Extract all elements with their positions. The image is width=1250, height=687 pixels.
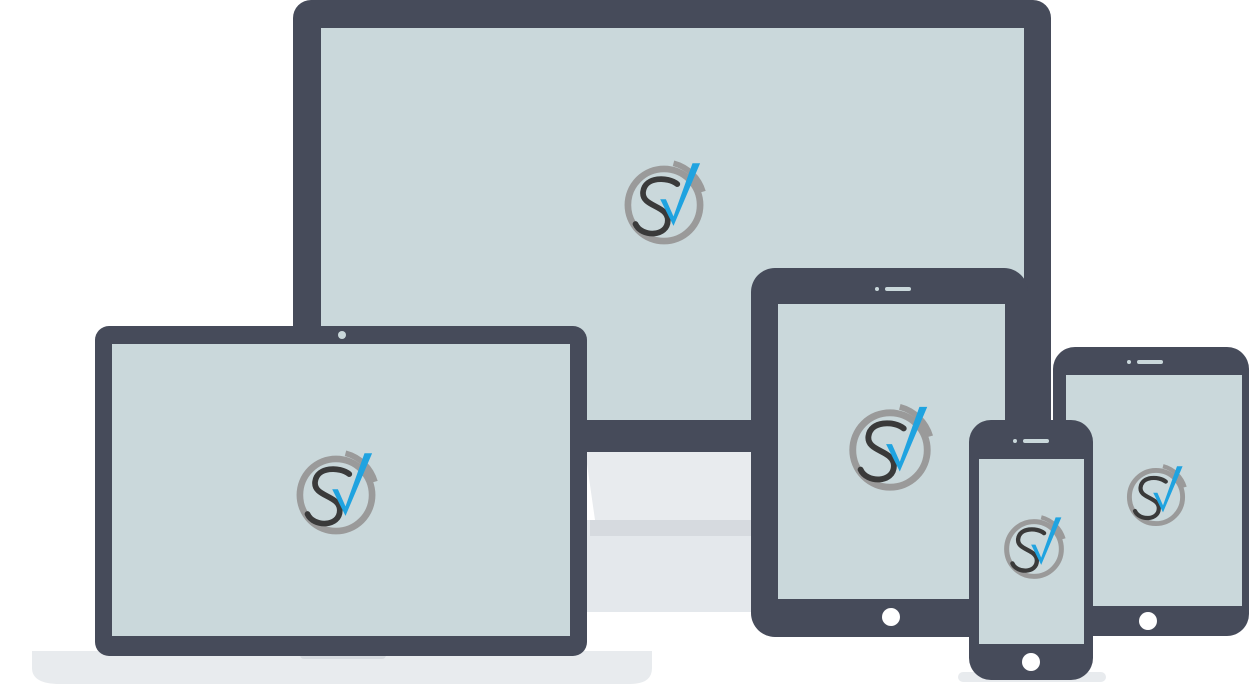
- home-button: [882, 608, 900, 626]
- speaker-slot: [1137, 360, 1163, 364]
- laptop-screen: [112, 344, 570, 636]
- home-button: [1022, 653, 1040, 671]
- devices-illustration: [32, 0, 1249, 684]
- monitor-stand: [585, 450, 755, 520]
- camera-dot: [875, 287, 879, 291]
- laptop: [32, 326, 652, 684]
- speaker-slot: [1023, 439, 1049, 443]
- speaker-slot: [885, 287, 911, 291]
- camera-dot: [1013, 439, 1017, 443]
- monitor-stand-shadow: [590, 520, 760, 536]
- home-button: [1139, 612, 1157, 630]
- camera-dot: [338, 331, 346, 339]
- responsive-devices-scene: [0, 0, 1250, 687]
- smartphone: [958, 420, 1106, 682]
- camera-dot: [1127, 360, 1131, 364]
